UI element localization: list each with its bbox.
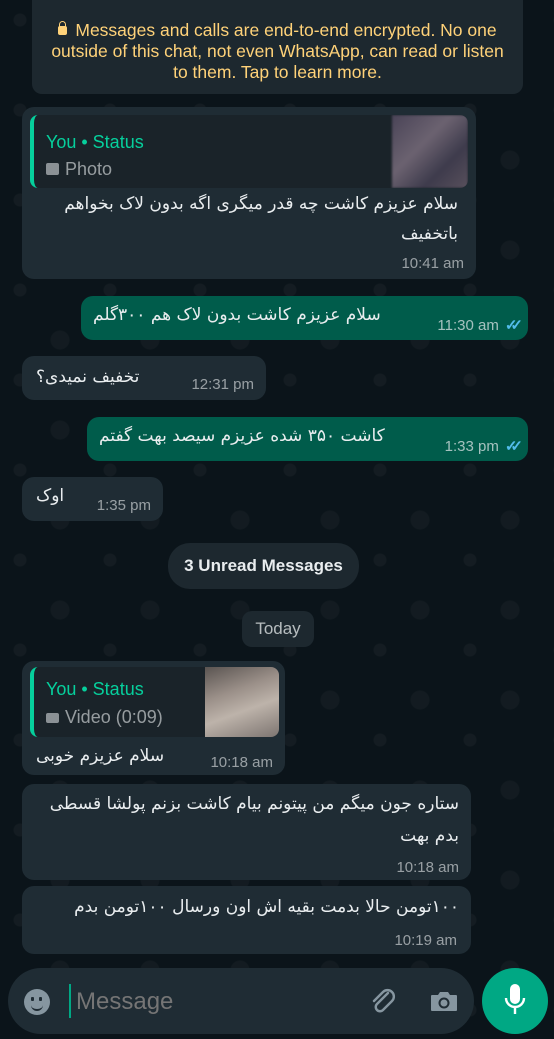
lock-icon bbox=[58, 21, 68, 35]
unread-messages-label: 3 Unread Messages bbox=[184, 556, 343, 575]
quoted-media-label: Photo bbox=[65, 159, 113, 179]
quoted-status-reply[interactable]: You • Status Video (0:09) bbox=[30, 667, 279, 737]
quoted-thumbnail bbox=[392, 115, 468, 188]
message-time: 1:35 pm bbox=[96, 497, 151, 514]
date-label: Today bbox=[255, 619, 301, 638]
message-text: ستاره جون میگم من پیتونم بیام کاشت بزنم … bbox=[49, 794, 459, 846]
message-bubble-incoming[interactable]: ستاره جون میگم من پیتونم بیام کاشت بزنم … bbox=[22, 784, 471, 880]
quoted-media-type: Photo bbox=[46, 159, 112, 180]
encryption-notice-text: Messages and calls are end-to-end encryp… bbox=[51, 20, 504, 82]
message-bubble-incoming[interactable]: You • Status Photo سلام عزیزم کاشت چه قد… bbox=[22, 107, 476, 279]
emoji-icon[interactable] bbox=[24, 989, 50, 1015]
quoted-thumbnail bbox=[205, 667, 279, 737]
message-time: 10:41 am bbox=[401, 255, 464, 272]
message-bubble-incoming[interactable]: اوک 1:35 pm bbox=[22, 477, 163, 521]
message-text: سلام عزیزم کاشت چه قدر میگری اگه بدون لا… bbox=[64, 194, 458, 244]
message-bubble-incoming[interactable]: You • Status Video (0:09) سلام عزیزم خوب… bbox=[22, 661, 285, 775]
double-check-icon: ✓✓ bbox=[504, 317, 523, 334]
voice-message-button[interactable] bbox=[482, 968, 548, 1034]
message-text: تخفیف نمیدی؟ bbox=[36, 367, 140, 387]
encryption-notice[interactable]: Messages and calls are end-to-end encryp… bbox=[32, 0, 523, 94]
quoted-media-type: Video (0:09) bbox=[46, 707, 163, 728]
text-cursor bbox=[69, 984, 71, 1018]
double-check-icon: ✓✓ bbox=[504, 438, 523, 455]
message-bubble-incoming[interactable]: ۱۰۰تومن حالا بدمت بقیه اش اون ورسال ۱۰۰ت… bbox=[22, 886, 471, 954]
message-composer bbox=[8, 968, 474, 1034]
quoted-status-reply[interactable]: You • Status Photo bbox=[30, 115, 468, 188]
message-time: 11:30 am bbox=[437, 317, 499, 334]
message-time: 12:31 pm bbox=[191, 376, 254, 393]
message-time: 10:19 am bbox=[394, 932, 457, 949]
message-time-row: 1:33 pm ✓✓ bbox=[444, 437, 523, 455]
photo-icon bbox=[46, 163, 59, 175]
microphone-icon bbox=[503, 982, 527, 1018]
quoted-author: You • Status bbox=[46, 679, 144, 699]
message-time: 10:18 am bbox=[396, 859, 459, 876]
quoted-author: You • Status bbox=[46, 132, 144, 152]
message-text: سلام عزیزم خوبی bbox=[36, 746, 165, 766]
message-bubble-outgoing[interactable]: کاشت ۳۵۰ شده عزیزم سیصد بهت گفتم 1:33 pm… bbox=[87, 417, 528, 461]
unread-messages-divider: 3 Unread Messages bbox=[168, 543, 359, 589]
message-bubble-incoming[interactable]: تخفیف نمیدی؟ 12:31 pm bbox=[22, 356, 266, 400]
message-bubble-outgoing[interactable]: سلام عزیزم کاشت بدون لاک هم ۳۰۰گلم 11:30… bbox=[81, 296, 528, 340]
message-text: اوک bbox=[36, 486, 65, 506]
camera-icon[interactable] bbox=[429, 989, 459, 1013]
message-time-row: 11:30 am ✓✓ bbox=[437, 316, 523, 334]
message-input[interactable] bbox=[74, 980, 358, 1024]
message-text: کاشت ۳۵۰ شده عزیزم سیصد بهت گفتم bbox=[99, 426, 385, 446]
date-chip: Today bbox=[242, 611, 314, 647]
message-text: سلام عزیزم کاشت بدون لاک هم ۳۰۰گلم bbox=[93, 305, 381, 325]
message-text: ۱۰۰تومن حالا بدمت بقیه اش اون ورسال ۱۰۰ت… bbox=[74, 897, 459, 917]
message-time: 1:33 pm bbox=[444, 438, 499, 455]
message-time: 10:18 am bbox=[210, 754, 273, 771]
attach-icon[interactable] bbox=[370, 985, 396, 1017]
video-icon bbox=[46, 713, 59, 723]
quoted-media-label: Video (0:09) bbox=[65, 707, 163, 727]
